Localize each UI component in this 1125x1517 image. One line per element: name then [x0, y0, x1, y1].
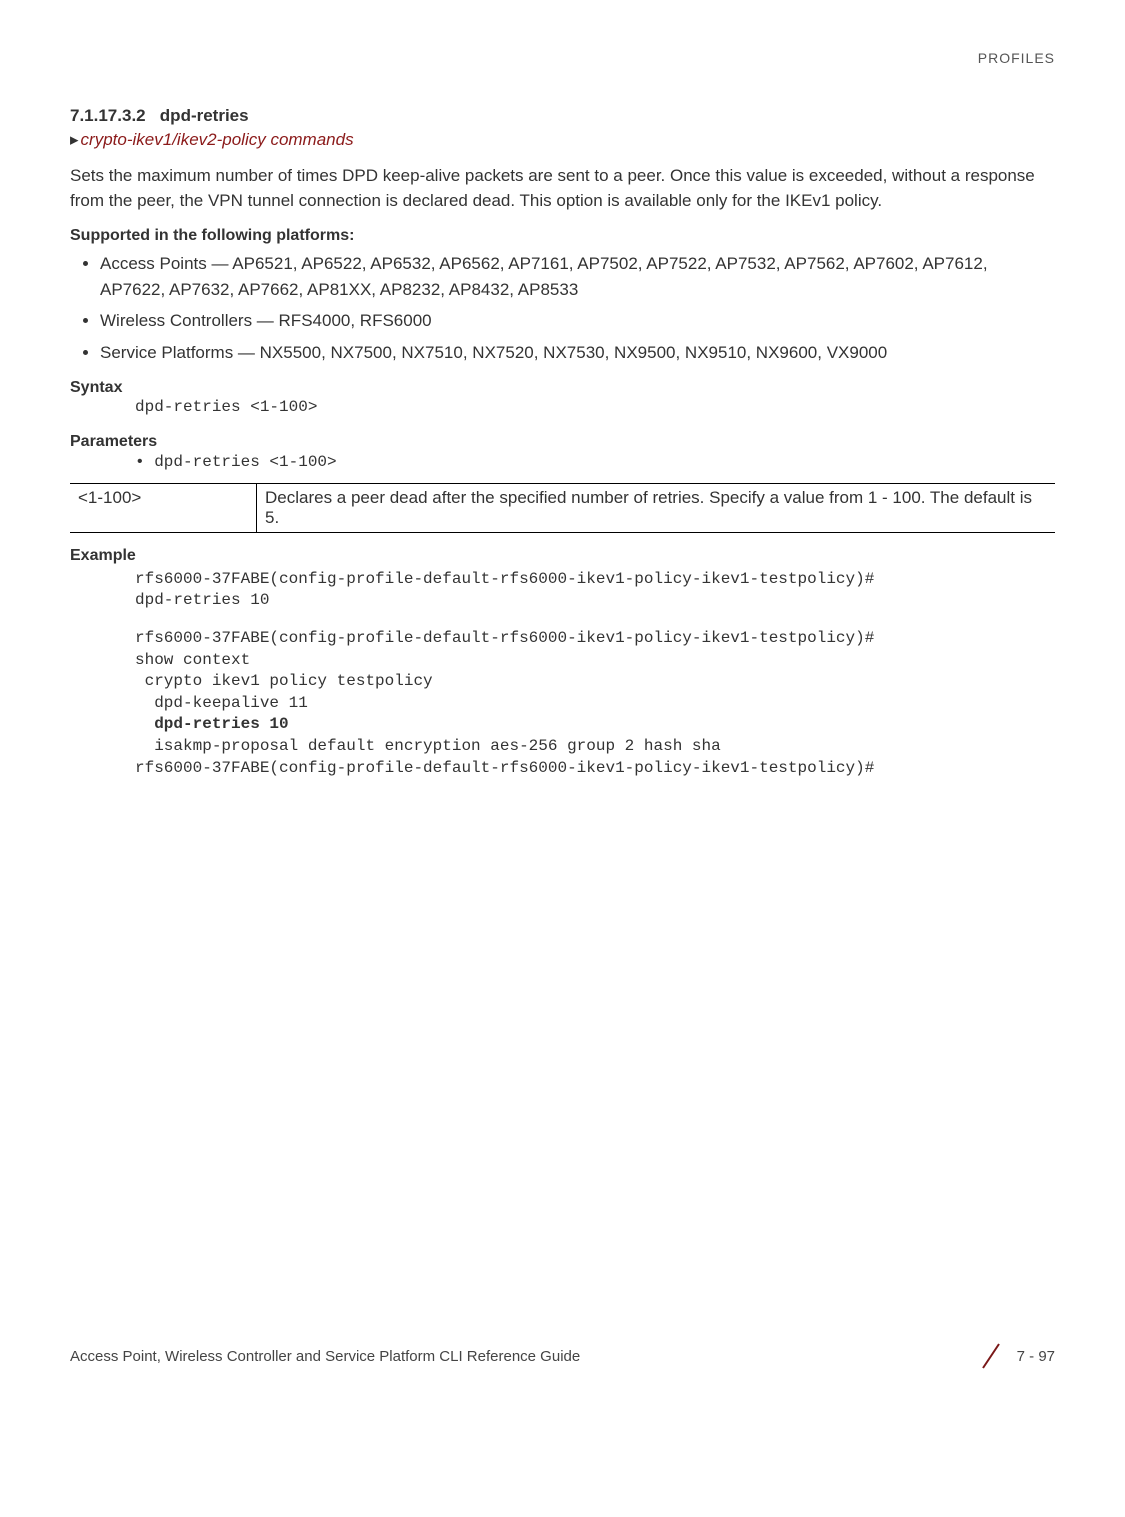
- page-number: 7 - 97: [1017, 1348, 1055, 1365]
- page-container: PROFILES 7.1.17.3.2 dpd-retries ▸crypto-…: [0, 0, 1125, 1400]
- supported-platforms-label: Supported in the following platforms:: [70, 227, 1055, 245]
- syntax-text: dpd-retries <1-100>: [135, 397, 1055, 419]
- section-title: dpd-retries: [160, 106, 249, 125]
- param-desc-cell: Declares a peer dead after the specified…: [257, 483, 1056, 532]
- table-row: <1-100> Declares a peer dead after the s…: [70, 483, 1055, 532]
- breadcrumb: ▸crypto-ikev1/ikev2-policy commands: [70, 130, 1055, 150]
- platforms-list: Access Points — AP6521, AP6522, AP6532, …: [100, 251, 1055, 365]
- list-item: Access Points — AP6521, AP6522, AP6532, …: [100, 251, 1055, 302]
- list-item: Service Platforms — NX5500, NX7500, NX75…: [100, 340, 1055, 366]
- footer-right-group: 7 - 97: [977, 1342, 1055, 1370]
- breadcrumb-arrow-icon: ▸: [70, 130, 79, 149]
- parameters-label: Parameters: [70, 433, 1055, 451]
- intro-paragraph: Sets the maximum number of times DPD kee…: [70, 164, 1055, 213]
- list-item: Wireless Controllers — RFS4000, RFS6000: [100, 308, 1055, 334]
- param-key-cell: <1-100>: [70, 483, 257, 532]
- example-block-c: isakmp-proposal default encryption aes-2…: [135, 736, 1055, 779]
- slash-icon: [977, 1342, 1005, 1370]
- example-label: Example: [70, 547, 1055, 565]
- example-block-b: rfs6000-37FABE(config-profile-default-rf…: [135, 628, 1055, 714]
- parameters-bullet: • dpd-retries <1-100>: [135, 453, 1055, 471]
- footer-title: Access Point, Wireless Controller and Se…: [70, 1348, 580, 1365]
- example-block-bold: dpd-retries 10: [135, 714, 1055, 736]
- parameter-table: <1-100> Declares a peer dead after the s…: [70, 483, 1055, 533]
- page-footer: Access Point, Wireless Controller and Se…: [70, 1342, 1055, 1370]
- example-block-a: rfs6000-37FABE(config-profile-default-rf…: [135, 569, 1055, 612]
- header-category: PROFILES: [70, 50, 1055, 66]
- syntax-label: Syntax: [70, 379, 1055, 397]
- breadcrumb-text: crypto-ikev1/ikev2-policy commands: [81, 130, 354, 149]
- section-number: 7.1.17.3.2: [70, 106, 146, 125]
- section-heading: 7.1.17.3.2 dpd-retries: [70, 106, 1055, 126]
